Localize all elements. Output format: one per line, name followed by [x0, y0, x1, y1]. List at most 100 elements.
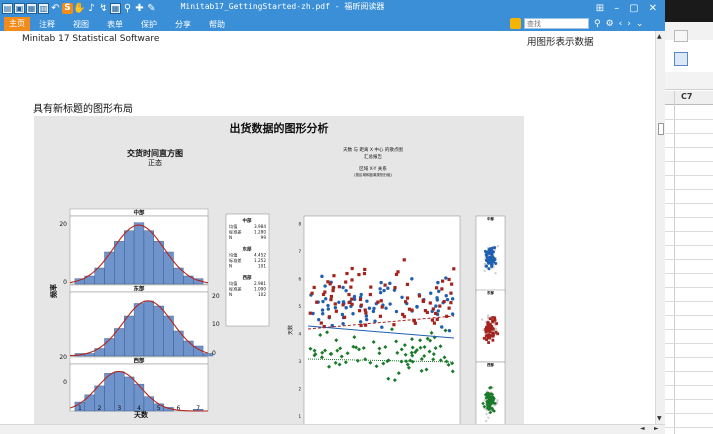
hist-panel-label: 东部 [133, 285, 145, 293]
scatter-point-blue [410, 277, 414, 281]
scatter-point-blue [320, 308, 325, 312]
scatter-point-blue [324, 297, 328, 301]
side-panel-point [491, 319, 495, 322]
scatter-point-red [315, 300, 319, 304]
side-panel-point [487, 261, 491, 265]
close-button[interactable]: ✕ [649, 3, 657, 14]
scroll-up-icon[interactable]: ▲ [657, 33, 662, 40]
side-panel-bg-point [496, 399, 499, 402]
hist-subtitle: 正态 [148, 158, 162, 167]
scatter-point-blue [415, 305, 419, 309]
side-panel-bg-point [483, 399, 486, 402]
scatter-point-red [329, 298, 333, 302]
side-panel-point [491, 338, 495, 342]
scatter-point-red [321, 292, 326, 297]
scatter-point-blue [341, 300, 346, 304]
menu-home[interactable]: 主页 [4, 17, 30, 31]
hist-right-tick: 0 [212, 350, 216, 357]
side-panel-point [491, 250, 495, 254]
hist-left-tick: 20 [59, 221, 67, 228]
menu-protect[interactable]: 保护 [132, 19, 166, 30]
hist-bar [133, 222, 145, 285]
menu-comment[interactable]: 注释 [30, 19, 64, 30]
scroll-right-icon[interactable]: ► [654, 425, 659, 432]
search-icon[interactable]: ⚲ [594, 19, 601, 29]
scroll-down-icon[interactable]: ▼ [657, 415, 662, 422]
scatter-point-red [421, 299, 425, 304]
menu-view[interactable]: 视图 [64, 19, 98, 30]
scatter-point-red [333, 302, 337, 306]
scatter-point-red [376, 300, 380, 304]
scatter-point-blue [326, 303, 330, 308]
side-panel-point [486, 325, 490, 329]
legend-row-value: 1.280 [254, 230, 266, 235]
side-panel-point [485, 258, 489, 262]
scatter-point-blue [317, 317, 321, 322]
side-panel-point [490, 254, 494, 258]
scatter-point-red [431, 307, 435, 311]
side-panel-point [493, 316, 497, 320]
menu-share[interactable]: 分享 [166, 19, 200, 30]
scatter-point-blue [400, 295, 404, 299]
bg-titlebar [665, 0, 713, 22]
hist-bar [104, 373, 115, 412]
bg-button[interactable] [674, 30, 688, 42]
hist-ylabel: 频率 [49, 284, 58, 298]
bg-window-icon[interactable] [674, 52, 688, 66]
scatter-point-red [378, 314, 382, 318]
restore-button[interactable]: ▢ [629, 3, 638, 14]
app-root: ▤ ▣ ▦ ▥ ↶ S ✋ ♪ ↯ ▦ ⚲ ✚ ✎ Minitab17_Gett… [0, 0, 713, 434]
back-icon[interactable]: ‹ [619, 19, 623, 29]
scatter-point-red [452, 267, 456, 271]
settings-icon[interactable]: ⚙ [606, 19, 614, 29]
side-panel-bg-point [484, 419, 488, 423]
scatter-point-red [449, 301, 453, 305]
scatter-point-blue [371, 309, 376, 314]
search-area: ⚲ ⚙ ‹ › ⌄ [510, 18, 643, 29]
scatter-point-blue [378, 290, 383, 295]
side-panel-point [487, 329, 490, 333]
scatter-point-red [392, 323, 396, 327]
scatter-point-red [337, 285, 341, 289]
side-panel-bg-point [483, 269, 486, 272]
scroll-thumb[interactable] [658, 123, 664, 135]
scatter-title-1: 天数 与 距离 X 中心 的散点图 [343, 146, 403, 153]
scatter-point-blue [340, 312, 345, 317]
horizontal-scrollbar[interactable]: ◄ ► [0, 424, 665, 434]
ribbon-toggle-icon[interactable]: ⊞ [596, 3, 604, 14]
side-panel-label: 东部 [487, 290, 495, 295]
menu-form[interactable]: 表单 [98, 19, 132, 30]
scatter-point-red [328, 282, 332, 286]
scatter-point-red [449, 291, 453, 295]
hist-left-tick: 0 [63, 279, 67, 286]
section-title: 具有新标题的图形布局 [33, 104, 133, 115]
scatter-point-blue [341, 285, 345, 290]
title-bar: ▤ ▣ ▦ ▥ ↶ S ✋ ♪ ↯ ▦ ⚲ ✚ ✎ Minitab17_Gett… [0, 0, 665, 17]
scatter-point-red [363, 308, 367, 312]
side-panel-point [493, 246, 497, 250]
scatter-y-tick: 1 [298, 414, 301, 419]
search-scope-icon[interactable] [510, 18, 521, 29]
scroll-left-icon[interactable]: ◄ [640, 425, 645, 432]
forward-icon[interactable]: › [627, 19, 631, 29]
chevron-down-icon[interactable]: ⌄ [636, 19, 644, 29]
vertical-scrollbar[interactable]: ▲ ▼ [655, 31, 665, 424]
menu-help[interactable]: 帮助 [200, 19, 234, 30]
scatter-point-blue [379, 280, 383, 285]
scatter-point-red [310, 291, 314, 295]
column-header-c7: C7 [681, 92, 693, 101]
page-header-right: 用图形表示数据 [527, 37, 594, 48]
stats-legend: 中部均值 3.984标准差 1.280N 99东部均值 4.452标准差 1.252N 10… [225, 213, 270, 327]
side-panel-point [487, 341, 490, 344]
scatter-point-red [438, 304, 442, 308]
page-header-left: Minitab 17 Statistical Software [22, 34, 160, 44]
scatter-y-tick: 2 [298, 387, 301, 392]
scatter-subtitle-2: (按区域和距离类别分组) [354, 172, 392, 177]
hist-bar [84, 394, 95, 412]
minimize-button[interactable]: – [614, 3, 619, 14]
scatter-title-2: 汇总报告 [364, 153, 382, 160]
scatter-point-blue [333, 305, 338, 310]
document-view[interactable]: Minitab 17 Statistical Software 用图形表示数据 … [0, 31, 655, 424]
scatter-point-red [312, 285, 316, 290]
search-input[interactable] [524, 18, 589, 29]
